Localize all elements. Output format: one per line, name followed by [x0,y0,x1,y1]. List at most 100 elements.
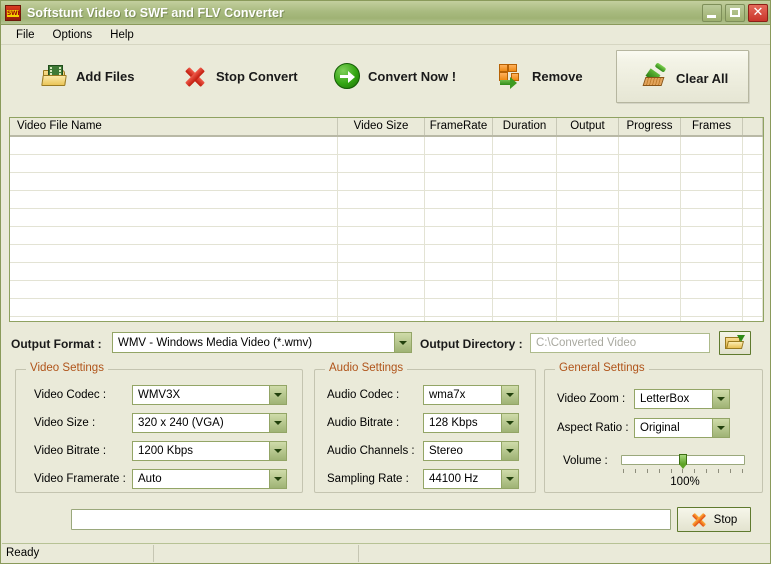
table-row[interactable] [10,245,763,263]
audio-channels-value: Stereo [424,445,501,457]
video-settings-group: Video Settings Video Codec : WMV3X Video… [15,369,303,493]
window-controls: ✕ [702,4,768,22]
table-row[interactable] [10,227,763,245]
table-row[interactable] [10,191,763,209]
status-pane-3 [359,545,771,562]
chevron-down-icon[interactable] [269,386,286,404]
close-button[interactable]: ✕ [748,4,768,22]
menu-item-options[interactable]: Options [44,27,102,43]
chevron-down-icon[interactable] [712,419,729,437]
stop-button[interactable]: Stop [677,507,751,532]
output-format-select[interactable]: WMV - Windows Media Video (*.wmv) [112,332,412,353]
title-bar: SWF Softstunt Video to SWF and FLV Conve… [1,1,771,25]
maximize-icon [730,8,740,17]
maximize-button[interactable] [725,4,745,22]
chevron-down-icon[interactable] [269,442,286,460]
convert-now-button[interactable]: Convert Now ! [334,59,456,93]
table-row[interactable] [10,299,763,317]
sampling-rate-value: 44100 Hz [424,473,501,485]
table-row[interactable] [10,173,763,191]
column-header-output[interactable]: Output [557,118,619,135]
green-arrow-circle-icon [334,63,360,89]
video-framerate-value: Auto [133,473,269,485]
chevron-down-icon[interactable] [501,386,518,404]
table-row[interactable] [10,263,763,281]
close-icon: ✕ [749,4,767,22]
video-codec-value: WMV3X [133,389,269,401]
volume-percent-value: 100% [645,476,725,488]
audio-bitrate-value: 128 Kbps [424,417,501,429]
orange-x-icon [691,512,707,528]
chevron-down-icon[interactable] [501,442,518,460]
audio-codec-value: wma7x [424,389,501,401]
open-folder-icon [725,335,745,351]
application-window: SWF Softstunt Video to SWF and FLV Conve… [0,0,771,564]
table-row[interactable] [10,317,763,321]
video-zoom-label: Video Zoom : [557,393,625,405]
menu-bar: File Options Help [1,25,771,45]
menu-item-file[interactable]: File [7,27,44,43]
minimize-button[interactable] [702,4,722,22]
audio-codec-select[interactable]: wma7x [423,385,519,405]
video-zoom-value: LetterBox [635,393,712,405]
file-list[interactable]: Video File Name Video Size FrameRate Dur… [9,117,764,322]
video-framerate-select[interactable]: Auto [132,469,287,489]
file-list-body[interactable] [10,137,763,321]
table-row[interactable] [10,137,763,155]
aspect-ratio-value: Original [635,422,712,434]
clear-all-label: Clear All [676,71,728,86]
browse-directory-button[interactable] [719,331,751,355]
chevron-down-icon[interactable] [712,390,729,408]
output-directory-value: C:\Converted Video [531,337,636,349]
red-x-icon [182,63,208,89]
volume-label: Volume : [563,455,608,467]
chevron-down-icon[interactable] [501,470,518,488]
video-zoom-select[interactable]: LetterBox [634,389,730,409]
add-files-button[interactable]: Add Files [42,59,135,93]
broom-icon [642,65,668,91]
column-header-video-file-name[interactable]: Video File Name [10,118,338,135]
volume-slider[interactable] [621,455,745,465]
clear-all-button[interactable]: Clear All [616,50,749,103]
volume-slider-thumb[interactable] [679,454,687,465]
table-row[interactable] [10,155,763,173]
video-codec-select[interactable]: WMV3X [132,385,287,405]
audio-codec-label: Audio Codec : [327,389,399,401]
volume-slider-ticks [623,469,743,473]
stop-convert-button[interactable]: Stop Convert [182,59,298,93]
stop-button-label: Stop [714,514,738,526]
aspect-ratio-select[interactable]: Original [634,418,730,438]
video-size-value: 320 x 240 (VGA) [133,417,269,429]
status-bar: Ready [2,543,771,562]
aspect-ratio-label: Aspect Ratio : [557,422,629,434]
column-header-frames[interactable]: Frames [681,118,743,135]
general-settings-title: General Settings [555,362,649,374]
menu-item-help[interactable]: Help [101,27,143,43]
table-row[interactable] [10,281,763,299]
app-icon-text: SWF [7,10,19,17]
audio-settings-title: Audio Settings [325,362,407,374]
remove-button[interactable]: Remove [498,59,583,93]
video-codec-label: Video Codec : [34,389,106,401]
chevron-down-icon[interactable] [394,333,411,352]
chevron-down-icon[interactable] [269,470,286,488]
remove-label: Remove [532,69,583,84]
audio-bitrate-select[interactable]: 128 Kbps [423,413,519,433]
column-header-video-size[interactable]: Video Size [338,118,425,135]
output-directory-input[interactable]: C:\Converted Video [530,333,710,353]
video-bitrate-value: 1200 Kbps [133,445,269,457]
chevron-down-icon[interactable] [501,414,518,432]
clear-all-content: Clear All [642,61,728,95]
audio-channels-select[interactable]: Stereo [423,441,519,461]
column-header-duration[interactable]: Duration [493,118,557,135]
window-title: Softstunt Video to SWF and FLV Converter [27,6,284,20]
column-header-framerate[interactable]: FrameRate [425,118,493,135]
sampling-rate-select[interactable]: 44100 Hz [423,469,519,489]
video-bitrate-select[interactable]: 1200 Kbps [132,441,287,461]
sampling-rate-label: Sampling Rate : [327,473,409,485]
chevron-down-icon[interactable] [269,414,286,432]
video-settings-title: Video Settings [26,362,108,374]
video-size-select[interactable]: 320 x 240 (VGA) [132,413,287,433]
column-header-progress[interactable]: Progress [619,118,681,135]
table-row[interactable] [10,209,763,227]
